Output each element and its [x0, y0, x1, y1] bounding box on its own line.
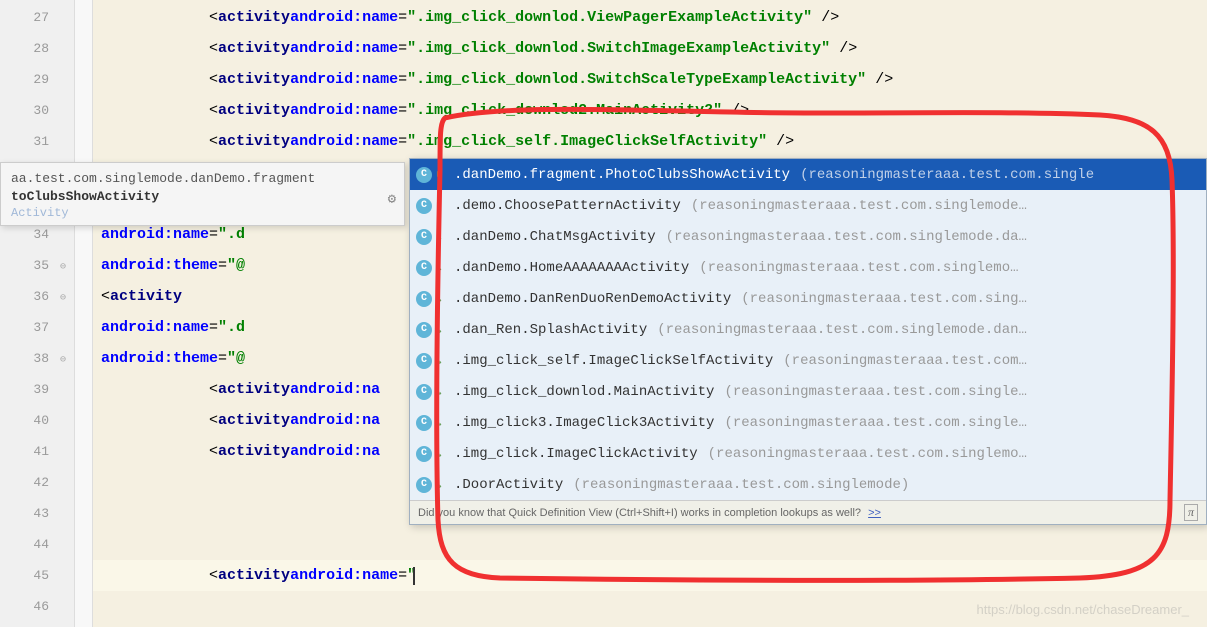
gutter-line: 43	[0, 498, 74, 529]
class-icon: C	[416, 415, 432, 431]
class-icon: C	[416, 446, 432, 462]
completion-text: .danDemo.ChatMsgActivity	[454, 229, 656, 245]
class-icon: C	[416, 167, 432, 183]
completion-text: .demo.ChoosePatternActivity	[454, 198, 681, 214]
fold-marker-icon[interactable]: ⊖	[60, 292, 70, 302]
gutter-line: 46	[0, 591, 74, 622]
sub-icon: ↳	[436, 356, 446, 366]
completion-item[interactable]: C ↳ .img_click3.ImageClick3Activity (reason…	[410, 407, 1206, 438]
completion-hint: (reasoningmasteraaa.test.com.single…	[724, 415, 1026, 431]
completion-hint: (reasoningmasteraaa.test.com.singlemode)	[573, 477, 909, 493]
gutter-line: 35⊖	[0, 250, 74, 281]
line-number-gutter: 27 28 29 30 31 34 35⊖ 36⊖ 37 38⊖ 39 40 4…	[0, 0, 75, 627]
completion-item[interactable]: C ↳ .demo.ChoosePatternActivity (reasoningm…	[410, 190, 1206, 221]
fold-marker-icon[interactable]: ⊖	[60, 261, 70, 271]
class-icon: C	[416, 353, 432, 369]
gutter-line: 40	[0, 405, 74, 436]
gutter-line: 39	[0, 374, 74, 405]
completion-item[interactable]: C ↳ .danDemo.fragment.PhotoClubsShowActivi…	[410, 159, 1206, 190]
completion-hint: (reasoningmasteraaa.test.com.singlemo…	[708, 446, 1027, 462]
completion-hint: (reasoningmasteraaa.test.com.singlemo…	[699, 260, 1018, 276]
completion-text: .img_click.ImageClickActivity	[454, 446, 698, 462]
fold-marker-icon[interactable]: ⊖	[60, 354, 70, 364]
gutter-line: 44	[0, 529, 74, 560]
class-icon: C	[416, 198, 432, 214]
code-line[interactable]: <activity android:name=".img_click_downl…	[93, 95, 1207, 126]
pi-icon[interactable]: π	[1184, 504, 1198, 521]
sub-icon: ↳	[436, 232, 446, 242]
gutter-line: 29	[0, 64, 74, 95]
gutter-line: 42	[0, 467, 74, 498]
gear-icon[interactable]: ⚙	[388, 191, 396, 208]
code-line[interactable]: <activity android:name=".img_click_downl…	[93, 2, 1207, 33]
tooltip-package: aa.test.com.singlemode.danDemo.fragment	[11, 171, 394, 186]
tooltip-type: Activity	[11, 206, 394, 220]
gutter-line: 45	[0, 560, 74, 591]
quick-doc-tooltip: aa.test.com.singlemode.danDemo.fragment …	[0, 162, 405, 226]
code-line-active[interactable]: <activity android:name="	[93, 560, 1207, 591]
gutter-line: 37	[0, 312, 74, 343]
sub-icon: ↳	[436, 201, 446, 211]
class-icon: C	[416, 229, 432, 245]
gutter-line: 31	[0, 126, 74, 157]
completion-hint: (reasoningmasteraaa.test.com.single	[800, 167, 1094, 183]
gutter-line: 36⊖	[0, 281, 74, 312]
tip-link[interactable]: >>	[868, 507, 881, 519]
class-icon: C	[416, 322, 432, 338]
completion-text: .dan_Ren.SplashActivity	[454, 322, 647, 338]
completion-text: .img_click_downlod.MainActivity	[454, 384, 714, 400]
completion-tip-bar: Did you know that Quick Definition View …	[410, 500, 1206, 524]
gutter-line: 28	[0, 33, 74, 64]
completion-item[interactable]: C ↳ .danDemo.ChatMsgActivity (reasoningmast…	[410, 221, 1206, 252]
completion-hint: (reasoningmasteraaa.test.com.singlemode.…	[657, 322, 1027, 338]
gutter-line: 30	[0, 95, 74, 126]
class-icon: C	[416, 291, 432, 307]
completion-hint: (reasoningmasteraaa.test.com.sing…	[741, 291, 1027, 307]
sub-icon: ↳	[436, 263, 446, 273]
gutter-line: 38⊖	[0, 343, 74, 374]
sub-icon: ↳	[436, 170, 446, 180]
completion-item[interactable]: C ↳ .danDemo.DanRenDuoRenDemoActivity (reas…	[410, 283, 1206, 314]
completion-item[interactable]: C ↳ .dan_Ren.SplashActivity (reasoningmaste…	[410, 314, 1206, 345]
completion-hint: (reasoningmasteraaa.test.com…	[783, 353, 1027, 369]
class-icon: C	[416, 384, 432, 400]
completion-text: .DoorActivity	[454, 477, 563, 493]
sub-icon: ↳	[436, 387, 446, 397]
sub-icon: ↳	[436, 449, 446, 459]
code-line[interactable]: <activity android:name=".img_click_downl…	[93, 64, 1207, 95]
annotation-gutter	[75, 0, 93, 627]
sub-icon: ↳	[436, 418, 446, 428]
completion-text: .danDemo.HomeAAAAAAAActivity	[454, 260, 689, 276]
completion-text: .img_click_self.ImageClickSelfActivity	[454, 353, 773, 369]
completion-item[interactable]: C ↳ .img_click_downlod.MainActivity (reason…	[410, 376, 1206, 407]
code-line[interactable]: <activity android:name=".img_click_self.…	[93, 126, 1207, 157]
code-completion-popup[interactable]: C ↳ .danDemo.fragment.PhotoClubsShowActivi…	[409, 158, 1207, 525]
code-line[interactable]	[93, 529, 1207, 560]
completion-text: .img_click3.ImageClick3Activity	[454, 415, 714, 431]
code-line[interactable]: <activity android:name=".img_click_downl…	[93, 33, 1207, 64]
class-icon: C	[416, 477, 432, 493]
gutter-line: 27	[0, 2, 74, 33]
sub-icon: ↳	[436, 294, 446, 304]
sub-icon: ↳	[436, 325, 446, 335]
completion-hint: (reasoningmasteraaa.test.com.single…	[724, 384, 1026, 400]
class-icon: C	[416, 260, 432, 276]
completion-item[interactable]: C ↳ .danDemo.HomeAAAAAAAActivity (reasoning…	[410, 252, 1206, 283]
completion-item[interactable]: C ↳ .img_click_self.ImageClickSelfActivity…	[410, 345, 1206, 376]
completion-item[interactable]: C ↳ .DoorActivity (reasoningmasteraaa.test.…	[410, 469, 1206, 500]
text-cursor	[413, 567, 415, 585]
completion-text: .danDemo.DanRenDuoRenDemoActivity	[454, 291, 731, 307]
tip-text: Did you know that Quick Definition View …	[418, 507, 861, 519]
gutter-line: 41	[0, 436, 74, 467]
completion-text: .danDemo.fragment.PhotoClubsShowActivity	[454, 167, 790, 183]
completion-list[interactable]: C ↳ .danDemo.fragment.PhotoClubsShowActivi…	[410, 159, 1206, 500]
tooltip-classname: toClubsShowActivity	[11, 189, 394, 204]
watermark: https://blog.csdn.net/chaseDreamer_	[977, 602, 1189, 617]
sub-icon: ↳	[436, 480, 446, 490]
completion-item[interactable]: C ↳ .img_click.ImageClickActivity (reasonin…	[410, 438, 1206, 469]
completion-hint: (reasoningmasteraaa.test.com.singlemode.…	[666, 229, 1027, 245]
completion-hint: (reasoningmasteraaa.test.com.singlemode…	[691, 198, 1027, 214]
